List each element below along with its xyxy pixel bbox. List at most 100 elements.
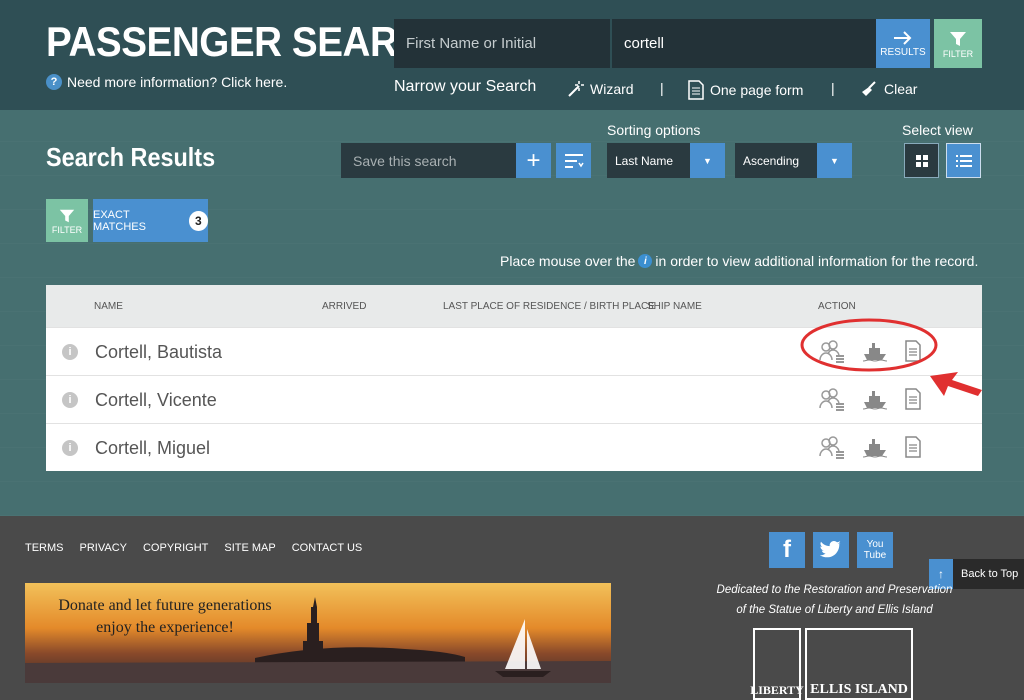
save-search-input[interactable]: Save this search (341, 143, 516, 178)
sort-field-select[interactable]: Last Name ▼ (607, 143, 725, 178)
clear-link[interactable]: Clear (860, 80, 917, 98)
arrow-right-icon (894, 31, 912, 45)
document-icon[interactable] (904, 388, 922, 415)
document-icon[interactable] (904, 436, 922, 463)
question-icon: ? (46, 74, 62, 90)
chevron-down-icon: ▼ (690, 143, 725, 178)
facebook-icon: f (783, 536, 791, 563)
sort-order-value: Ascending (743, 153, 800, 168)
dedication-text: Dedicated to the Restoration and Preserv… (712, 580, 957, 620)
first-name-input[interactable]: First Name or Initial (394, 19, 610, 68)
footer-link-terms[interactable]: TERMS (25, 542, 64, 554)
liberty-logo: LIBERTY (750, 628, 804, 700)
one-page-form-link[interactable]: One page form (688, 80, 803, 100)
results-button[interactable]: RESULTS (876, 19, 930, 68)
donate-banner[interactable]: Donate and let future generations enjoy … (25, 583, 611, 683)
footer-link-privacy[interactable]: PRIVACY (80, 542, 127, 554)
results-label: RESULTS (880, 47, 926, 58)
chevron-down-icon: ▼ (817, 143, 852, 178)
info-icon[interactable]: i (62, 392, 78, 408)
column-header-ship: SHIP NAME (647, 301, 702, 312)
grid-view-button[interactable] (904, 143, 939, 178)
wizard-label: Wizard (590, 81, 634, 97)
clear-label: Clear (884, 81, 918, 97)
hint-text: Place mouse over the i in order to view … (500, 253, 978, 269)
passengers-icon[interactable] (818, 436, 846, 465)
ship-name: La Lorraine (647, 345, 718, 361)
residence-place: Salem, Spain (443, 441, 527, 457)
banner-line-1: Donate and let future generations (58, 597, 272, 614)
separator: | (831, 80, 835, 96)
filter-top-label: FILTER (942, 48, 974, 59)
filter-button[interactable]: FILTER (46, 199, 88, 242)
column-header-arrived: ARRIVED (322, 301, 367, 312)
one-page-form-label: One page form (710, 82, 804, 98)
info-icon: i (638, 254, 653, 268)
wizard-link[interactable]: Wizard (566, 80, 634, 98)
column-header-place: LAST PLACE OF RESIDENCE / BIRTH PLACE (443, 301, 655, 312)
footer-links: TERMS PRIVACY COPYRIGHT SITE MAP CONTACT… (25, 542, 362, 554)
ship-icon[interactable] (862, 388, 888, 415)
info-icon[interactable]: i (62, 440, 78, 456)
filter-label: FILTER (51, 224, 83, 235)
annotation-circle (800, 318, 938, 372)
filter-top-button[interactable]: FILTER (934, 19, 982, 68)
back-to-top-label: Back to Top (961, 568, 1019, 580)
separator: | (660, 80, 664, 96)
narrow-search-label: Narrow your Search (394, 78, 537, 95)
exact-matches-count: 3 (188, 210, 208, 231)
dedication-line-1: Dedicated to the Restoration and Preserv… (716, 584, 953, 596)
footer-link-copyright[interactable]: COPYRIGHT (143, 542, 208, 554)
residence-place: Salem, Spain (443, 345, 527, 361)
help-link[interactable]: ? Need more information? Click here. (46, 74, 287, 90)
form-document-icon (688, 80, 704, 100)
footer-link-contact[interactable]: CONTACT US (292, 542, 363, 554)
funnel-icon (950, 31, 966, 46)
column-header-name: NAME (94, 301, 123, 312)
arrived-year: 1920 (322, 442, 351, 457)
facebook-button[interactable]: f (769, 532, 805, 568)
sort-lines-icon (564, 153, 584, 168)
banner-line-2: enjoy the experience! (96, 618, 234, 636)
table-row: i Cortell, Vicente 1920 Salem, Spain Rochamb… (46, 375, 982, 423)
ellis-island-logo: ELLIS ISLAND (805, 628, 913, 700)
footer-link-site-map[interactable]: SITE MAP (224, 542, 275, 554)
sort-order-select[interactable]: Ascending ▼ (735, 143, 852, 178)
hint-after: in order to view additional information … (655, 253, 979, 269)
passengers-icon[interactable] (818, 388, 846, 417)
results-title: Search Results (46, 142, 216, 172)
arrived-year: 1920 (322, 346, 351, 361)
exact-matches-button[interactable]: EXACT MATCHES 3 (93, 199, 208, 242)
grid-icon (915, 154, 928, 167)
plus-icon: + (526, 146, 541, 174)
page-title: PASSENGER SEARCH (46, 18, 453, 65)
twitter-button[interactable] (813, 532, 849, 568)
last-name-input[interactable]: cortell (612, 19, 876, 68)
sort-options-button[interactable] (556, 143, 591, 178)
ship-name: Rochambeau (647, 393, 731, 409)
list-icon (955, 154, 972, 167)
ellis-logo-text: ELLIS ISLAND (810, 682, 908, 697)
annotation-arrow (930, 372, 982, 396)
list-view-button[interactable] (946, 143, 981, 178)
passenger-name[interactable]: Cortell, Bautista (95, 342, 222, 363)
info-icon[interactable]: i (62, 344, 78, 360)
magic-wand-icon (568, 81, 584, 97)
passenger-name[interactable]: Cortell, Miguel (95, 438, 210, 459)
arrived-year: 1920 (322, 394, 351, 409)
select-view-label: Select view (902, 122, 973, 138)
passenger-name[interactable]: Cortell, Vicente (95, 390, 217, 411)
exact-matches-label: EXACT MATCHES (93, 208, 146, 233)
youtube-button[interactable]: You Tube (857, 532, 893, 568)
sorting-options-label: Sorting options (607, 122, 701, 138)
column-header-action: ACTION (818, 301, 856, 312)
youtube-icon-top: You (866, 539, 884, 550)
help-link-text: Need more information? Click here. (67, 74, 288, 90)
ship-icon[interactable] (862, 436, 888, 463)
liberty-logo-text: LIBERTY (750, 683, 804, 697)
funnel-icon (59, 209, 75, 222)
save-search-button[interactable]: + (516, 143, 551, 178)
dedication-line-2: of the Statue of Liberty and Ellis Islan… (736, 604, 933, 617)
hint-before: Place mouse over the (500, 253, 636, 269)
broom-icon (862, 81, 876, 96)
